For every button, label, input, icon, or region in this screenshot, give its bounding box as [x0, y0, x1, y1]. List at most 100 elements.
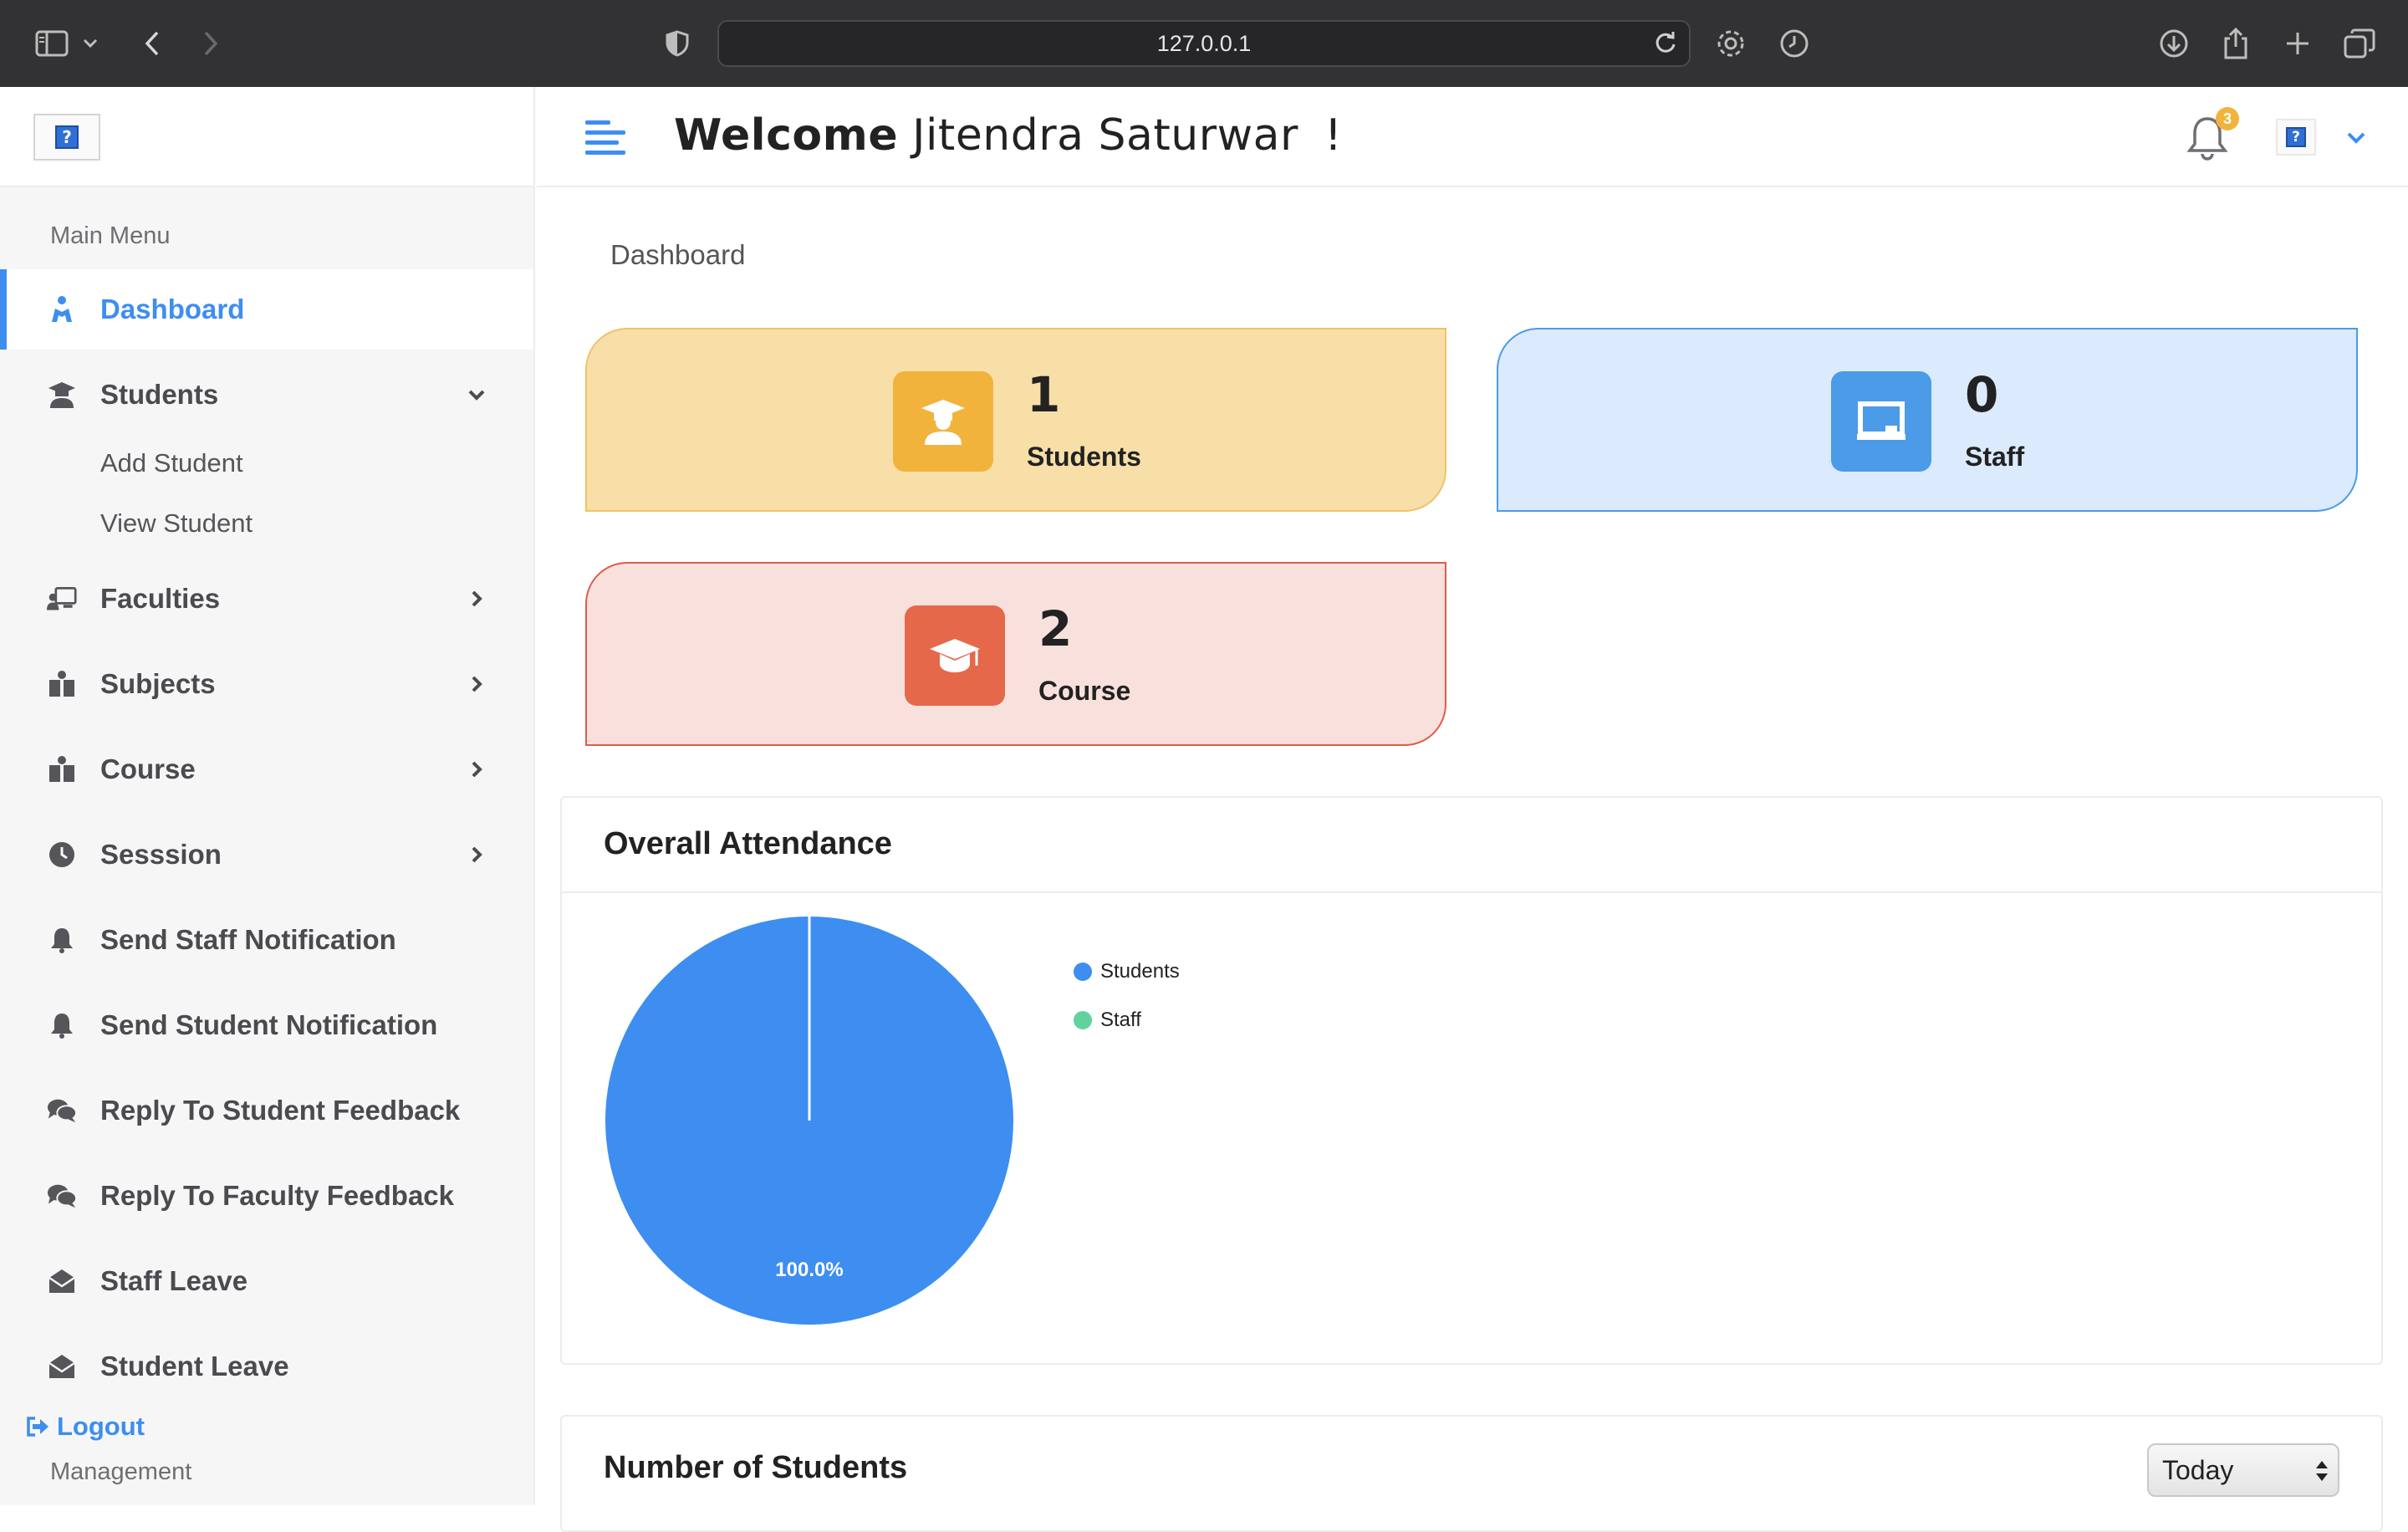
stat-label-staff: Staff: [1965, 442, 2025, 472]
envelope-open-icon: [47, 1266, 77, 1296]
dashboard-icon: [47, 294, 77, 324]
page-title: Dashboard: [610, 239, 746, 270]
sidebar-item-subjects[interactable]: Subjects: [0, 644, 533, 724]
sidebar-item-send-staff-notification[interactable]: Send Staff Notification: [0, 900, 533, 980]
legend-item-staff[interactable]: Staff: [1074, 1009, 1141, 1032]
graduation-cap-icon: [905, 605, 1005, 706]
sidebar-item-label: Course: [100, 753, 196, 784]
stat-label-students: Students: [1027, 442, 1141, 472]
legend-item-students[interactable]: Students: [1074, 960, 1180, 983]
sidebar-item-label: Subjects: [100, 668, 216, 699]
legend-swatch: [1074, 963, 1092, 981]
chevron-right-icon: [465, 758, 488, 781]
sign-out-icon: [25, 1416, 50, 1438]
forward-icon[interactable]: [189, 22, 232, 65]
chalkboard-icon: [1831, 371, 1931, 472]
welcome-heading: Welcome Jitendra Saturwar !: [674, 110, 1342, 161]
legend-swatch: [1074, 1011, 1092, 1029]
sidebar-item-students[interactable]: Students: [0, 355, 533, 435]
sidebar-item-label: Students: [100, 379, 219, 410]
hamburger-menu-icon[interactable]: [584, 117, 627, 159]
sidebar-item-staff-leave[interactable]: Staff Leave: [0, 1241, 533, 1321]
book-icon: [47, 669, 77, 699]
main-menu-title: Main Menu: [50, 222, 171, 249]
legend-label: Students: [1100, 960, 1180, 983]
legend-label: Staff: [1100, 1009, 1141, 1031]
sidebar-item-label: Staff Leave: [100, 1265, 248, 1296]
period-select[interactable]: Today: [2147, 1443, 2339, 1497]
submenu-view-student[interactable]: View Student: [100, 508, 253, 539]
chevron-right-icon: [465, 672, 488, 696]
sidebar-item-course[interactable]: Course: [0, 729, 533, 809]
chevron-right-icon: [465, 587, 488, 610]
clock-icon: [47, 840, 77, 870]
sidebar-logo-area: ?: [0, 87, 533, 187]
students-panel-title: Number of Students: [604, 1450, 908, 1485]
submenu-add-student[interactable]: Add Student: [100, 448, 243, 478]
sidebar-item-session[interactable]: Sesssion: [0, 815, 533, 895]
stat-value-staff: 0: [1965, 366, 1999, 423]
privacy-shield-icon[interactable]: [656, 22, 699, 65]
stat-card-students[interactable]: 1 Students: [585, 328, 1446, 512]
logo-image[interactable]: ?: [33, 114, 100, 161]
panel-divider: [562, 891, 2381, 893]
reload-icon[interactable]: [1654, 30, 1677, 55]
student-icon: [47, 380, 77, 410]
bell-icon: [47, 925, 77, 955]
sidebar-item-send-student-notification[interactable]: Send Student Notification: [0, 985, 533, 1065]
chevron-down-icon: [465, 383, 488, 406]
chevron-right-icon: [465, 843, 488, 866]
stat-value-course: 2: [1038, 600, 1073, 657]
sidebar-item-label: Student Leave: [100, 1351, 289, 1381]
sidebar-item-faculties[interactable]: Faculties: [0, 559, 533, 639]
welcome-label: Welcome: [674, 110, 899, 161]
history-clock-icon[interactable]: [1773, 22, 1816, 65]
period-select-value: Today: [2162, 1454, 2234, 1485]
pie-data-label: 100.0%: [775, 1259, 843, 1281]
new-tab-plus-icon[interactable]: [2276, 22, 2319, 65]
back-icon[interactable]: [130, 22, 174, 65]
logout-label: Logout: [57, 1412, 145, 1441]
notification-count-badge: 3: [2216, 107, 2239, 130]
share-icon[interactable]: [2214, 22, 2258, 65]
top-header: Welcome Jitendra Saturwar ! 3 ?: [537, 87, 2408, 187]
envelope-open-icon: [47, 1351, 77, 1381]
sidebar-item-label: Dashboard: [100, 294, 245, 324]
logout-link[interactable]: Logout: [25, 1412, 145, 1442]
stat-label-course: Course: [1038, 676, 1131, 706]
sidebar-toggle-icon[interactable]: [30, 22, 74, 65]
sidebar-item-label: Reply To Student Feedback: [100, 1095, 461, 1126]
address-bar[interactable]: 127.0.0.1: [717, 20, 1691, 67]
attendance-panel: Overall Attendance 100.0% Students Staff: [560, 796, 2383, 1365]
sidebar-item-label: Send Staff Notification: [100, 924, 396, 955]
user-name: Jitendra Saturwar: [912, 110, 1298, 161]
welcome-exclaim: !: [1324, 110, 1343, 161]
download-icon[interactable]: [2152, 22, 2196, 65]
settings-gear-icon[interactable]: [1709, 22, 1752, 65]
stat-card-course[interactable]: 2 Course: [585, 562, 1446, 746]
faculty-icon: [47, 584, 77, 614]
sidebar-item-dashboard[interactable]: Dashboard: [0, 269, 533, 350]
chevron-down-icon[interactable]: [2343, 124, 2370, 151]
tab-overview-icon[interactable]: [2338, 22, 2381, 65]
attendance-pie-chart: 100.0%: [605, 917, 1013, 1325]
book-icon: [47, 754, 77, 784]
chevron-down-icon[interactable]: [74, 22, 107, 65]
browser-toolbar: 127.0.0.1: [0, 0, 2408, 87]
sidebar-item-label: Faculties: [100, 583, 221, 614]
attendance-title: Overall Attendance: [604, 826, 892, 861]
comments-icon: [47, 1181, 77, 1211]
sidebar-item-label: Send Student Notification: [100, 1009, 438, 1040]
url-text: 127.0.0.1: [1156, 30, 1252, 56]
bell-icon: [47, 1010, 77, 1040]
sidebar-item-reply-faculty-feedback[interactable]: Reply To Faculty Feedback: [0, 1156, 533, 1236]
students-count-panel: Number of Students: [560, 1415, 2383, 1532]
sidebar-item-reply-student-feedback[interactable]: Reply To Student Feedback: [0, 1070, 533, 1151]
sidebar-item-label: Reply To Faculty Feedback: [100, 1180, 455, 1211]
stat-card-staff[interactable]: 0 Staff: [1497, 328, 2358, 512]
sidebar-item-label: Sesssion: [100, 839, 222, 870]
sidebar-item-student-leave[interactable]: Student Leave: [0, 1326, 533, 1407]
comments-icon: [47, 1095, 77, 1126]
avatar[interactable]: ?: [2276, 119, 2316, 156]
student-graduate-icon: [893, 371, 993, 472]
